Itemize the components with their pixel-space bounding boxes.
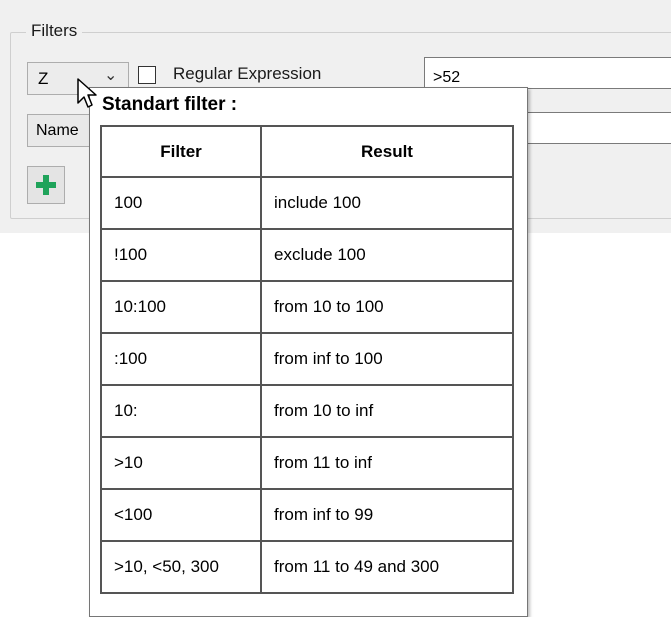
- name-field-value: Name: [36, 122, 79, 139]
- table-row: 10:100 from 10 to 100: [101, 281, 513, 333]
- add-filter-button[interactable]: [27, 166, 65, 204]
- column-combo-value: Z: [38, 69, 49, 88]
- chevron-down-icon: ⌄: [104, 67, 118, 84]
- filters-group-title: Filters: [26, 21, 83, 41]
- table-row: !100 exclude 100: [101, 229, 513, 281]
- filter-cell: 10:100: [101, 281, 261, 333]
- filter-cell: 10:: [101, 385, 261, 437]
- filter-cell: :100: [101, 333, 261, 385]
- table-row: :100 from inf to 100: [101, 333, 513, 385]
- result-cell: exclude 100: [261, 229, 513, 281]
- table-row: 100 include 100: [101, 177, 513, 229]
- column-header-result: Result: [261, 126, 513, 177]
- mouse-pointer-icon: [77, 78, 97, 108]
- plus-icon: [36, 175, 56, 195]
- result-cell: from inf to 100: [261, 333, 513, 385]
- result-cell: from 11 to inf: [261, 437, 513, 489]
- name-filter-input[interactable]: [520, 112, 671, 144]
- filter-cell: <100: [101, 489, 261, 541]
- column-header-filter: Filter: [101, 126, 261, 177]
- table-row: <100 from inf to 99: [101, 489, 513, 541]
- filter-cell: !100: [101, 229, 261, 281]
- result-cell: from 10 to 100: [261, 281, 513, 333]
- filter-cell: >10: [101, 437, 261, 489]
- regex-checkbox[interactable]: [138, 66, 156, 84]
- table-row: 10: from 10 to inf: [101, 385, 513, 437]
- filter-cell: 100: [101, 177, 261, 229]
- filter-input-value: >52: [433, 69, 461, 86]
- table-header-row: Filter Result: [101, 126, 513, 177]
- filter-help-tooltip: Standart filter : Filter Result 100 inclu…: [89, 87, 528, 617]
- result-cell: from 11 to 49 and 300: [261, 541, 513, 593]
- filter-input[interactable]: >52: [424, 57, 671, 89]
- result-cell: from 10 to inf: [261, 385, 513, 437]
- table-row: >10 from 11 to inf: [101, 437, 513, 489]
- regex-checkbox-label[interactable]: Regular Expression: [173, 64, 321, 84]
- tooltip-title: Standart filter :: [102, 94, 238, 115]
- filter-cell: >10, <50, 300: [101, 541, 261, 593]
- result-cell: from inf to 99: [261, 489, 513, 541]
- result-cell: include 100: [261, 177, 513, 229]
- filter-help-table: Filter Result 100 include 100 !100 exclude …: [100, 125, 514, 594]
- table-row: >10, <50, 300 from 11 to 49 and 300: [101, 541, 513, 593]
